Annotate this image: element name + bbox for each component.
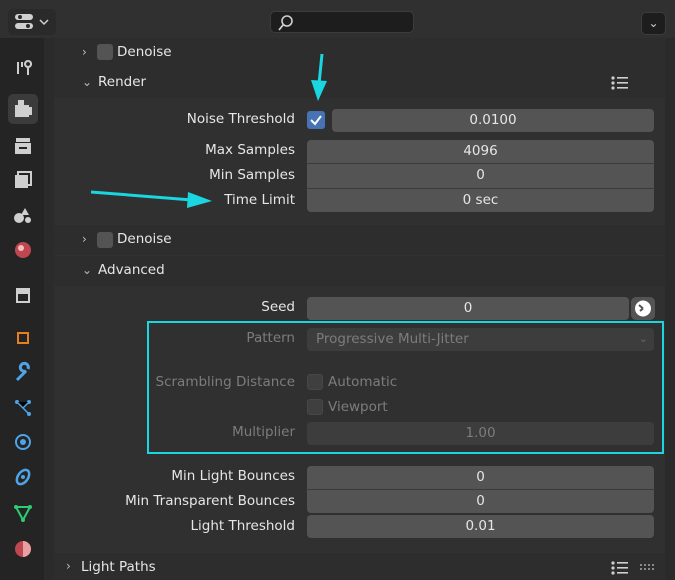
annotation-arrow-right [90, 190, 212, 208]
annotation-arrow-down [311, 53, 327, 101]
annotation-arrows [90, 53, 327, 208]
